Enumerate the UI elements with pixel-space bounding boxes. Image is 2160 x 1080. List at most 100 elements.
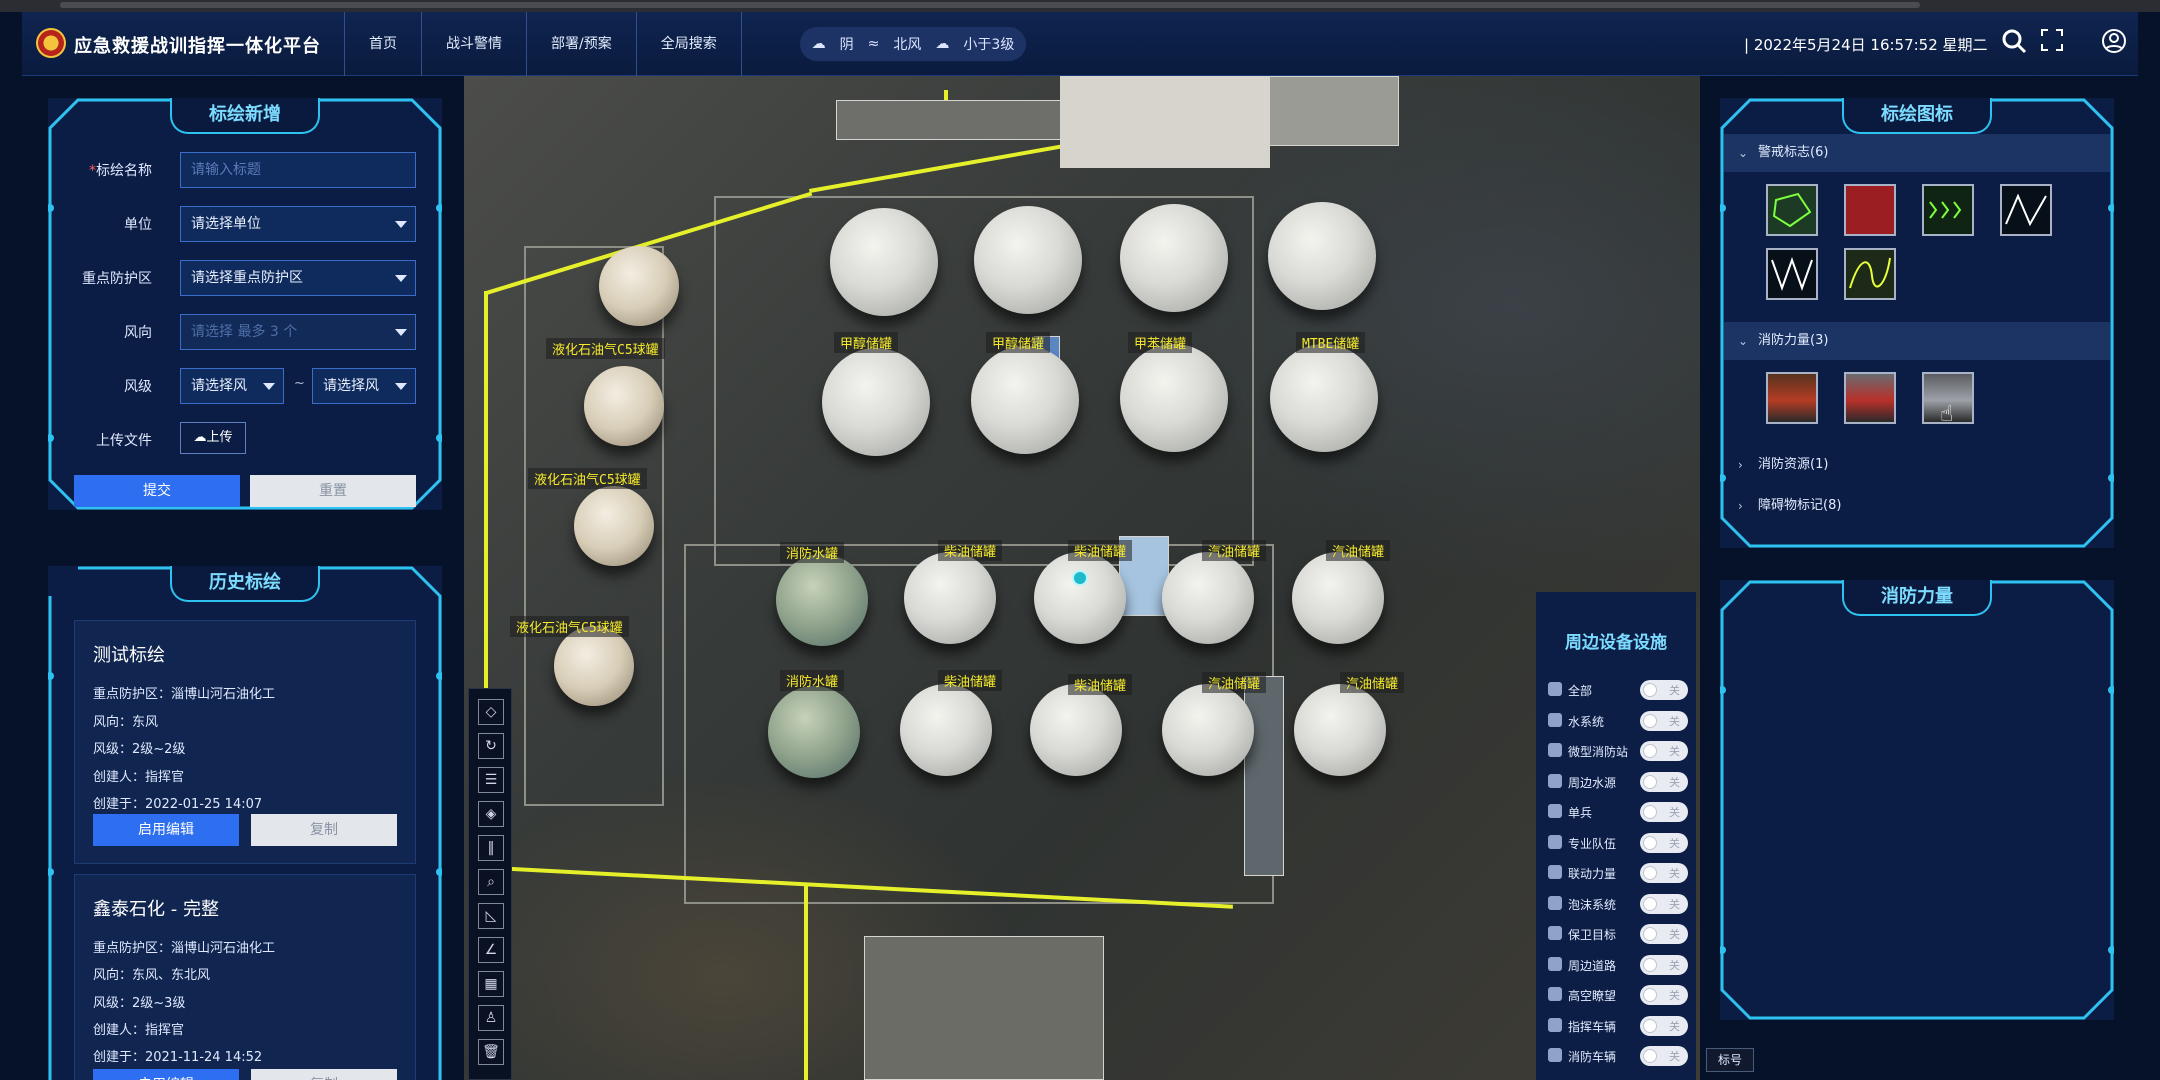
enable-edit-button[interactable]: 启用编辑 bbox=[93, 1069, 239, 1080]
facility-toggle[interactable]: 关 bbox=[1640, 771, 1688, 792]
upload-button[interactable]: ☁上传 bbox=[180, 422, 246, 454]
zone-select[interactable]: 请选择重点防护区 bbox=[180, 260, 416, 296]
browser-address-bar bbox=[60, 2, 1920, 8]
facility-toggle[interactable]: 关 bbox=[1640, 863, 1688, 883]
marking-name-input[interactable]: 请输入标题 bbox=[180, 152, 416, 188]
tank-label: 柴油储罐 bbox=[1068, 674, 1133, 695]
nav-global-search[interactable]: 全局搜索 bbox=[635, 12, 742, 76]
facility-toggle[interactable]: 关 bbox=[1640, 680, 1688, 700]
facility-toggle[interactable]: 关 bbox=[1640, 954, 1688, 975]
wind-level-from-select[interactable]: 请选择风 bbox=[180, 368, 284, 404]
storage-tank[interactable] bbox=[974, 206, 1082, 314]
fire-emblem-icon bbox=[36, 28, 66, 58]
section-warning-signs[interactable]: ⌄ 警戒标志(6) bbox=[1724, 134, 2110, 172]
facility-row: 微型消防站 关 bbox=[1548, 741, 1696, 763]
warning-arrows-icon[interactable] bbox=[1922, 184, 1974, 236]
toggle-knob bbox=[1643, 988, 1657, 1002]
weather-level: 小于3级 bbox=[963, 37, 1015, 53]
area-measure-icon[interactable]: ◺ bbox=[478, 903, 504, 929]
storage-tank[interactable] bbox=[822, 348, 930, 456]
storage-tank[interactable] bbox=[1292, 552, 1384, 644]
top-header: 应急救援战训指挥一体化平台 首页 战斗警情 部署/预案 全局搜索 ☁ 阴 ≈ 北风 … bbox=[22, 12, 2138, 76]
cloud-upload-icon: ☁ bbox=[193, 430, 207, 445]
fire-engine-icon[interactable] bbox=[1844, 372, 1896, 424]
ruler-icon[interactable]: ‖ bbox=[478, 835, 504, 861]
fire-water-tank[interactable] bbox=[768, 686, 860, 778]
cube-icon[interactable]: ◈ bbox=[478, 801, 504, 827]
building-icon[interactable]: ▦ bbox=[478, 971, 504, 997]
storage-tank[interactable] bbox=[1268, 202, 1376, 310]
storage-tank[interactable] bbox=[1270, 344, 1378, 452]
nav-deployment[interactable]: 部署/预案 bbox=[526, 12, 636, 76]
facility-toggle[interactable]: 关 bbox=[1640, 924, 1688, 944]
warning-polygon-icon[interactable] bbox=[1766, 184, 1818, 236]
section-fire-resources[interactable]: › 消防资源(1) bbox=[1724, 446, 2110, 484]
nav-incidents[interactable]: 战斗警情 bbox=[421, 12, 526, 76]
unit-select[interactable]: 请选择单位 bbox=[180, 206, 416, 242]
toggle-knob bbox=[1643, 744, 1657, 758]
storage-tank[interactable] bbox=[1030, 684, 1122, 776]
wind-direction-select[interactable]: 请选择 最多 3 个 bbox=[180, 314, 416, 350]
storage-tank[interactable] bbox=[830, 208, 938, 316]
storage-tank[interactable] bbox=[900, 684, 992, 776]
person-icon[interactable]: ♙ bbox=[478, 1005, 504, 1031]
location-marker[interactable] bbox=[1072, 570, 1088, 586]
toggle-state: 关 bbox=[1669, 958, 1680, 972]
storage-tank[interactable] bbox=[1162, 684, 1254, 776]
tag-button[interactable]: 标号 bbox=[1706, 1048, 1754, 1072]
facility-toggle[interactable]: 关 bbox=[1640, 802, 1688, 822]
facility-toggle[interactable]: 关 bbox=[1640, 1015, 1688, 1036]
facility-toggle[interactable]: 关 bbox=[1640, 985, 1688, 1005]
sphere-tank[interactable] bbox=[554, 626, 634, 706]
fullscreen-icon[interactable] bbox=[2036, 28, 2068, 60]
facility-toggle[interactable]: 关 bbox=[1640, 1046, 1688, 1066]
tank-label: 消防水罐 bbox=[780, 670, 845, 691]
sphere-tank[interactable] bbox=[599, 246, 679, 326]
zoom-icon[interactable]: ⌕ bbox=[478, 869, 504, 895]
fire-water-tank[interactable] bbox=[776, 554, 868, 646]
storage-tank[interactable] bbox=[1120, 344, 1228, 452]
chevron-right-icon: › bbox=[1738, 499, 1743, 513]
facility-toggle[interactable]: 关 bbox=[1640, 893, 1688, 914]
boundary-line bbox=[804, 886, 808, 1080]
warning-zigzag-icon[interactable] bbox=[1766, 248, 1818, 300]
wind-level-to-select[interactable]: 请选择风 bbox=[312, 368, 416, 404]
storage-tank[interactable] bbox=[904, 552, 996, 644]
storage-tank[interactable] bbox=[971, 346, 1079, 454]
storage-tank[interactable] bbox=[1034, 552, 1126, 644]
tank-label: MTBE储罐 bbox=[1296, 332, 1366, 353]
office-building bbox=[1060, 76, 1270, 168]
copy-button[interactable]: 复制 bbox=[251, 814, 397, 846]
fire-truck-icon[interactable] bbox=[1766, 372, 1818, 424]
user-icon[interactable] bbox=[2098, 28, 2130, 60]
section-fire-force[interactable]: ⌄ 消防力量(3) bbox=[1724, 322, 2110, 360]
storage-tank[interactable] bbox=[1294, 684, 1386, 776]
facility-row: 周边道路 关 bbox=[1548, 954, 1696, 977]
facility-toggle[interactable]: 关 bbox=[1640, 832, 1688, 853]
nav-home[interactable]: 首页 bbox=[344, 12, 421, 76]
submit-button[interactable]: 提交 bbox=[74, 475, 240, 507]
angle-measure-icon[interactable]: ∠ bbox=[478, 937, 504, 963]
section-obstacle-markers[interactable]: › 障碍物标记(8) bbox=[1724, 487, 2110, 525]
layers-icon[interactable]: ☰ bbox=[478, 767, 504, 793]
warning-line-icon[interactable] bbox=[2000, 184, 2052, 236]
storage-tank[interactable] bbox=[1120, 204, 1228, 312]
search-icon[interactable] bbox=[1998, 28, 2030, 60]
sphere-tank[interactable] bbox=[574, 486, 654, 566]
trash-icon[interactable]: 🗑 bbox=[478, 1039, 504, 1065]
warning-curve-icon[interactable] bbox=[1844, 248, 1896, 300]
3d-view-icon[interactable]: ◇ bbox=[478, 699, 504, 725]
warning-area-icon[interactable] bbox=[1844, 184, 1896, 236]
mouse-cursor-icon: ☝ bbox=[1940, 402, 1954, 427]
storage-tank[interactable] bbox=[1162, 552, 1254, 644]
enable-edit-button[interactable]: 启用编辑 bbox=[93, 814, 239, 846]
facility-toggle[interactable]: 关 bbox=[1640, 710, 1688, 731]
aerial-map[interactable]: 液化石油气C5球罐 液化石油气C5球罐 液化石油气C5球罐 甲醇储罐 甲醇储罐 … bbox=[464, 76, 1700, 1080]
copy-button[interactable]: 复制 bbox=[251, 1069, 397, 1080]
2d-rotate-icon[interactable]: ↻ bbox=[478, 733, 504, 759]
facility-toggle[interactable]: 关 bbox=[1640, 741, 1688, 761]
sphere-tank[interactable] bbox=[584, 366, 664, 446]
reset-button[interactable]: 重置 bbox=[250, 475, 416, 507]
facility-row: 指挥车辆 关 bbox=[1548, 1015, 1696, 1038]
tank-label: 液化石油气C5球罐 bbox=[528, 468, 647, 489]
